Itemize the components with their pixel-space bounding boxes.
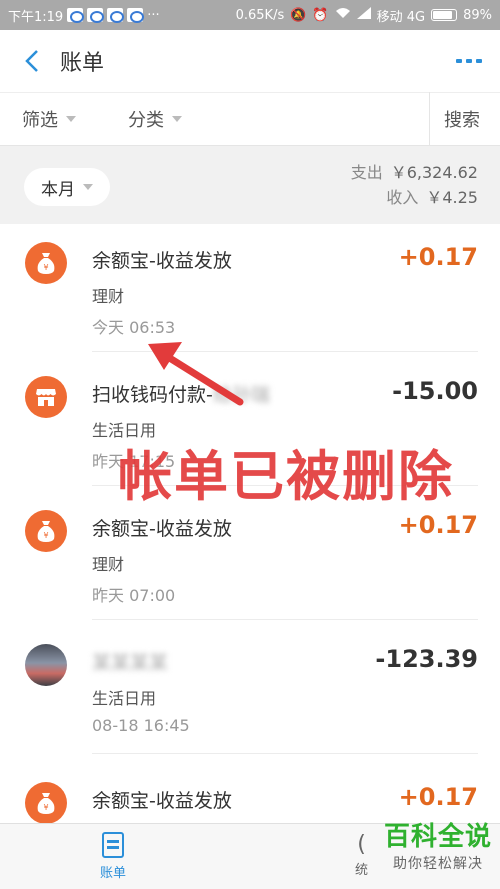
signal-icon — [356, 7, 371, 23]
month-summary: 本月 支出 ￥6,324.62 收入 ￥4.25 — [0, 146, 500, 224]
transaction-category: 生活日用 — [92, 421, 157, 440]
shop-icon — [25, 376, 67, 418]
transaction-category: 生活日用 — [92, 689, 157, 708]
divider — [92, 619, 478, 620]
mute-icon: 🔕 — [290, 7, 307, 23]
divider — [92, 351, 478, 352]
notification-icon — [127, 8, 145, 23]
transaction-amount: +0.17 — [398, 783, 478, 811]
transaction-title: 扫收钱码付款-给孙瑞 — [92, 384, 270, 406]
income-value: ￥4.25 — [426, 188, 478, 207]
caret-down-icon — [83, 184, 93, 190]
category-dropdown[interactable]: 分类 — [106, 106, 182, 132]
status-time: 下午1:19 — [8, 9, 64, 25]
battery-icon — [431, 9, 458, 21]
svg-text:¥: ¥ — [43, 531, 48, 540]
transaction-title: 余额宝-收益发放 — [92, 790, 232, 812]
svg-text:¥: ¥ — [43, 803, 48, 812]
watermark-sub: 助你轻松解决 — [392, 856, 483, 872]
notification-icon — [67, 8, 85, 23]
site-watermark: 百科全说 助你轻松解决 — [384, 816, 492, 873]
divider — [92, 753, 478, 754]
filter-bar: 筛选 分类 搜索 — [0, 92, 500, 146]
list-item[interactable]: ¥ 余额宝-收益发放 理财 昨天 07:00 +0.17 — [0, 492, 500, 620]
totals: 支出 ￥6,324.62 收入 ￥4.25 — [351, 160, 478, 210]
filter-dropdown[interactable]: 筛选 — [0, 106, 76, 132]
category-label: 分类 — [128, 110, 164, 131]
more-dots-icon[interactable] — [456, 59, 482, 63]
transaction-time: 08-18 16:45 — [92, 716, 190, 735]
search-button[interactable]: 搜索 — [429, 92, 500, 146]
caret-down-icon — [172, 116, 182, 122]
tab-bill[interactable]: 账单 — [100, 832, 126, 881]
watermark-main: 百科全说 — [383, 822, 492, 852]
transaction-title: 余额宝-收益发放 — [92, 250, 232, 272]
tab-bill-label: 账单 — [100, 866, 127, 881]
notification-icon — [87, 8, 105, 23]
money-bag-icon: ¥ — [25, 782, 67, 824]
list-item[interactable]: ¥ 余额宝-收益发放 理财 今天 06:53 +0.17 — [0, 224, 500, 352]
money-bag-icon: ¥ — [25, 242, 67, 284]
transaction-amount: -123.39 — [375, 645, 478, 673]
transaction-time: 昨天 07:00 — [92, 586, 176, 605]
alarm-icon: ⏰ — [312, 7, 329, 23]
month-label: 本月 — [41, 179, 75, 200]
tab-stats[interactable]: ( 统 — [355, 832, 368, 878]
bill-icon — [102, 832, 124, 858]
filter-label: 筛选 — [22, 110, 58, 131]
user-avatar — [25, 644, 67, 686]
stats-icon: ( — [357, 832, 366, 857]
transaction-amount: -15.00 — [392, 377, 478, 405]
transaction-category: 理财 — [92, 555, 125, 574]
page-title: 账单 — [60, 51, 105, 76]
transaction-title: 某某某某 — [92, 652, 169, 674]
transaction-amount: +0.17 — [398, 511, 478, 539]
divider — [92, 485, 478, 486]
tab-stats-label: 统 — [355, 863, 369, 878]
money-bag-icon: ¥ — [25, 510, 67, 552]
list-item[interactable]: 某某某某 生活日用 08-18 16:45 -123.39 — [0, 626, 500, 754]
transaction-time: 今天 06:53 — [92, 318, 176, 337]
transaction-category: 理财 — [92, 287, 125, 306]
caret-down-icon — [66, 116, 76, 122]
transaction-title: 余额宝-收益发放 — [92, 518, 232, 540]
svg-text:¥: ¥ — [43, 263, 48, 272]
transaction-amount: +0.17 — [398, 243, 478, 271]
notification-icon — [107, 8, 125, 23]
battery-percent: 89% — [463, 7, 492, 23]
blurred-text: 给孙瑞 — [212, 384, 270, 406]
month-selector[interactable]: 本月 — [24, 168, 110, 206]
more-notifications-icon: ··· — [147, 7, 160, 23]
transaction-time: 昨天 17:15 — [92, 452, 176, 471]
status-bar: 下午1:19 ··· 0.65K/s 🔕 ⏰ 移动 4G 89% — [0, 0, 500, 30]
network-speed: 0.65K/s — [235, 7, 285, 23]
expense-label: 支出 — [350, 163, 383, 182]
list-item[interactable]: 扫收钱码付款-给孙瑞 生活日用 昨天 17:15 -15.00 — [0, 358, 500, 486]
chevron-left-icon[interactable] — [18, 47, 46, 75]
income-label: 收入 — [386, 188, 419, 207]
wifi-icon — [335, 7, 351, 23]
carrier-label: 移动 4G — [376, 9, 426, 25]
app-header: 账单 — [0, 30, 500, 92]
expense-value: ￥6,324.62 — [390, 163, 478, 182]
